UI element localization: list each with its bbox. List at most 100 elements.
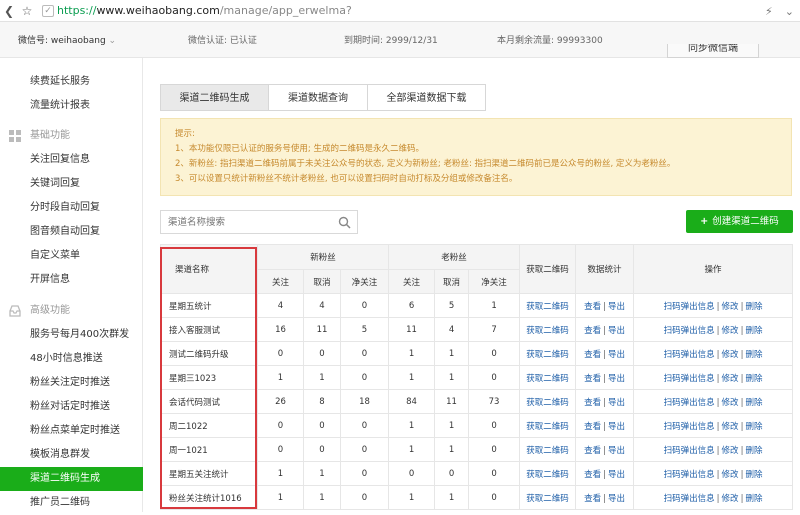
sync-wechat-button[interactable]: 同步微信端: [667, 44, 759, 58]
separator: |: [740, 373, 744, 384]
delete-link[interactable]: 删除: [745, 374, 762, 384]
tab-channel-data[interactable]: 渠道数据查询: [268, 84, 368, 111]
export-link[interactable]: 导出: [608, 422, 625, 432]
view-link[interactable]: 查看: [584, 398, 601, 408]
separator: |: [603, 349, 606, 360]
search-icon[interactable]: [338, 216, 351, 229]
scan-popup-link[interactable]: 扫码弹出信息: [664, 470, 715, 480]
sidebar-item-follow-push[interactable]: 粉丝关注定时推送: [0, 371, 143, 395]
col-header-stats: 数据统计: [575, 244, 635, 294]
edit-link[interactable]: 修改: [722, 350, 739, 360]
cell-stats: 查看 | 导出: [575, 437, 635, 462]
view-link[interactable]: 查看: [584, 470, 601, 480]
scan-popup-link[interactable]: 扫码弹出信息: [664, 422, 715, 432]
edit-link[interactable]: 修改: [722, 494, 739, 504]
bookmark-star-icon[interactable]: ☆: [18, 0, 36, 22]
sidebar-item-mass-send[interactable]: 服务号每月400次群发: [0, 323, 143, 347]
url-scheme: https://: [57, 4, 97, 17]
get-qrcode-link[interactable]: 获取二维码: [526, 302, 569, 312]
notice-line: 2、新粉丝: 指扫渠道二维码前属于未关注公众号的状态, 定义为新粉丝; 老粉丝:…: [175, 159, 676, 169]
sidebar-item-follow-reply[interactable]: 关注回复信息: [0, 148, 143, 172]
sidebar-item-chat-push[interactable]: 粉丝对话定时推送: [0, 395, 143, 419]
delete-link[interactable]: 删除: [745, 422, 762, 432]
delete-link[interactable]: 删除: [745, 398, 762, 408]
url-field[interactable]: ✓ https:// www.weihaobang.com /manage/ap…: [42, 4, 352, 17]
sidebar-item-splash-info[interactable]: 开屏信息: [0, 268, 143, 292]
create-channel-qrcode-button[interactable]: + 创建渠道二维码: [686, 210, 793, 233]
edit-link[interactable]: 修改: [722, 446, 739, 456]
tab-channel-qrcode[interactable]: 渠道二维码生成: [160, 84, 269, 111]
scan-popup-link[interactable]: 扫码弹出信息: [664, 446, 715, 456]
edit-link[interactable]: 修改: [722, 374, 739, 384]
view-link[interactable]: 查看: [584, 494, 601, 504]
view-link[interactable]: 查看: [584, 422, 601, 432]
sidebar-item-template-msg[interactable]: 模板消息群发: [0, 443, 143, 467]
get-qrcode-link[interactable]: 获取二维码: [526, 494, 569, 504]
separator: |: [740, 325, 744, 336]
col-header-net: 净关注: [339, 269, 390, 294]
edit-link[interactable]: 修改: [722, 398, 739, 408]
view-link[interactable]: 查看: [584, 326, 601, 336]
scan-popup-link[interactable]: 扫码弹出信息: [664, 398, 715, 408]
sidebar-item-channel-qrcode[interactable]: 渠道二维码生成: [0, 467, 143, 491]
get-qrcode-link[interactable]: 获取二维码: [526, 398, 569, 408]
delete-link[interactable]: 删除: [745, 470, 762, 480]
get-qrcode-link[interactable]: 获取二维码: [526, 326, 569, 336]
tab-download-all[interactable]: 全部渠道数据下载: [367, 84, 486, 111]
delete-link[interactable]: 删除: [745, 326, 762, 336]
delete-link[interactable]: 删除: [745, 494, 762, 504]
edit-link[interactable]: 修改: [722, 302, 739, 312]
scan-popup-link[interactable]: 扫码弹出信息: [664, 326, 715, 336]
get-qrcode-link[interactable]: 获取二维码: [526, 470, 569, 480]
sidebar-item-timed-reply[interactable]: 分时段自动回复: [0, 196, 143, 220]
get-qrcode-link[interactable]: 获取二维码: [526, 422, 569, 432]
cell-old-net: 0: [468, 413, 521, 438]
sidebar-item-menu-push[interactable]: 粉丝点菜单定时推送: [0, 419, 143, 443]
delete-link[interactable]: 删除: [745, 302, 762, 312]
sidebar-item-media-reply[interactable]: 图音频自动回复: [0, 220, 143, 244]
table-row: 星期五关注统计 1 1 0 0 0 0 获取二维码 查看 | 导出 扫码弹出信息 | 修改 | 删除: [160, 461, 794, 486]
sidebar-item-keyword-reply[interactable]: 关键词回复: [0, 172, 143, 196]
export-link[interactable]: 导出: [608, 350, 625, 360]
export-link[interactable]: 导出: [608, 302, 625, 312]
sidebar-item-renew[interactable]: 续费延长服务: [0, 70, 143, 94]
cell-get-qrcode: 获取二维码: [519, 293, 577, 318]
back-icon[interactable]: ❮: [0, 0, 18, 22]
sidebar-item-promoter-qrcode[interactable]: 推广员二维码: [0, 491, 143, 515]
scan-popup-link[interactable]: 扫码弹出信息: [664, 374, 715, 384]
chevron-down-icon[interactable]: ⌄: [785, 5, 794, 18]
export-link[interactable]: 导出: [608, 446, 625, 456]
separator: |: [716, 469, 720, 480]
get-qrcode-link[interactable]: 获取二维码: [526, 446, 569, 456]
wechat-id[interactable]: 微信号: weihaobang ⌄: [18, 33, 116, 46]
sidebar-item-48h-push[interactable]: 48小时信息推送: [0, 347, 143, 371]
edit-link[interactable]: 修改: [722, 470, 739, 480]
scan-popup-link[interactable]: 扫码弹出信息: [664, 350, 715, 360]
get-qrcode-link[interactable]: 获取二维码: [526, 350, 569, 360]
view-link[interactable]: 查看: [584, 302, 601, 312]
cell-old-follow: 1: [388, 437, 436, 462]
export-link[interactable]: 导出: [608, 398, 625, 408]
view-link[interactable]: 查看: [584, 374, 601, 384]
get-qrcode-link[interactable]: 获取二维码: [526, 374, 569, 384]
search-input[interactable]: [161, 211, 331, 233]
scan-popup-link[interactable]: 扫码弹出信息: [664, 494, 715, 504]
view-link[interactable]: 查看: [584, 446, 601, 456]
lightning-icon[interactable]: ⚡: [765, 5, 773, 18]
delete-link[interactable]: 删除: [745, 446, 762, 456]
sidebar-item-traffic-report[interactable]: 流量统计报表: [0, 94, 143, 118]
cell-ops: 扫码弹出信息 | 修改 | 删除: [633, 317, 794, 342]
channel-name: 星期五统计: [160, 293, 258, 318]
export-link[interactable]: 导出: [608, 374, 625, 384]
export-link[interactable]: 导出: [608, 494, 625, 504]
edit-link[interactable]: 修改: [722, 422, 739, 432]
view-link[interactable]: 查看: [584, 350, 601, 360]
export-link[interactable]: 导出: [608, 470, 625, 480]
cell-get-qrcode: 获取二维码: [519, 389, 577, 414]
export-link[interactable]: 导出: [608, 326, 625, 336]
sidebar-item-custom-menu[interactable]: 自定义菜单: [0, 244, 143, 268]
scan-popup-link[interactable]: 扫码弹出信息: [664, 302, 715, 312]
channel-name: 测试二维码升级: [160, 341, 258, 366]
edit-link[interactable]: 修改: [722, 326, 739, 336]
delete-link[interactable]: 删除: [745, 350, 762, 360]
